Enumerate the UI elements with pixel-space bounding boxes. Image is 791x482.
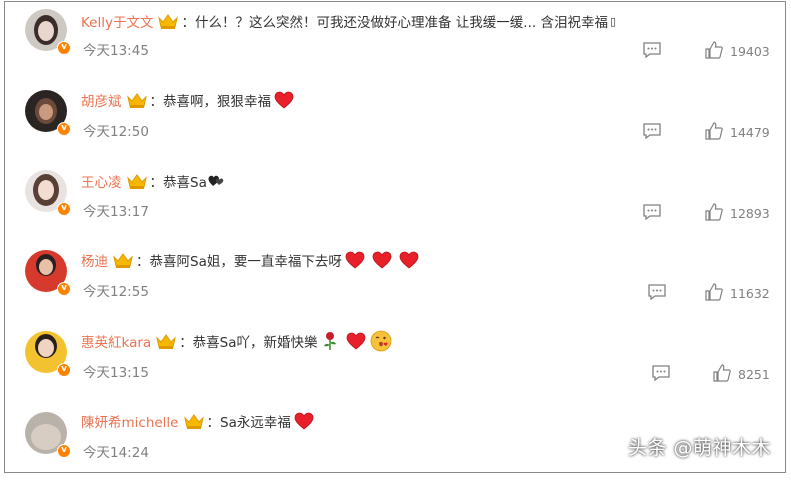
like-count: 12893 <box>730 206 770 221</box>
heart-emoji-icon <box>372 251 392 269</box>
heart-emoji-icon <box>399 251 419 269</box>
like-count: 11632 <box>730 286 770 301</box>
comment-item: v 惠英紅kara ：恭喜Sa吖，新婚快樂 今天13:15 8251 <box>5 322 785 402</box>
timestamp: 今天13:17 <box>83 204 149 220</box>
comment-item: v 王心凌 ：恭喜Sa 今天13:17 12893 <box>5 162 785 242</box>
username[interactable]: 陳妍希michelle <box>81 411 179 431</box>
verified-badge-icon: v <box>57 363 71 377</box>
timestamp: 今天13:15 <box>83 365 149 381</box>
like-thumb-icon[interactable] <box>705 283 723 301</box>
like-thumb-icon[interactable] <box>713 364 731 382</box>
reply-icon[interactable] <box>652 365 670 381</box>
username[interactable]: 杨迪 <box>81 250 108 270</box>
comment-item: v Kelly于文文 ：什么！？这么突然！可我还没做好心理准备 让我缓一缓...… <box>5 2 785 82</box>
like-thumb-icon[interactable] <box>705 122 723 140</box>
rose-emoji-icon <box>323 332 336 350</box>
comment-text: ：恭喜啊，狠狠幸福 <box>149 94 272 110</box>
like-count: 14479 <box>730 125 770 140</box>
like-count: 19403 <box>730 44 770 59</box>
text-glyph: ▯ <box>609 14 617 28</box>
reply-icon[interactable] <box>643 123 661 139</box>
username[interactable]: 王心凌 <box>81 171 122 191</box>
comment-text: ：什么！？这么突然！可我还没做好心理准备 让我缓一缓... 含泪祝幸福 <box>181 15 608 31</box>
username[interactable]: 胡彦斌 <box>81 90 122 110</box>
kiss-face-emoji-icon <box>370 330 391 352</box>
timestamp: 今天13:45 <box>83 43 149 59</box>
timestamp: 今天12:50 <box>83 124 149 140</box>
comment-text: ：恭喜Sa吖，新婚快樂 <box>179 335 318 351</box>
heart-emoji-icon <box>294 412 314 430</box>
comment-text: ：恭喜Sa <box>149 175 207 191</box>
crown-vip-icon <box>156 334 177 349</box>
watermark: 头条 @萌神木木 <box>627 437 771 459</box>
heart-emoji-icon <box>274 91 294 109</box>
comment-item: v 杨迪 ：恭喜阿Sa姐，要一直幸福下去呀 今天12:55 11632 <box>5 242 785 322</box>
verified-badge-icon: v <box>57 444 71 458</box>
comment-panel: v Kelly于文文 ：什么！？这么突然！可我还没做好心理准备 让我缓一缓...… <box>4 1 786 473</box>
verified-badge-icon: v <box>57 282 71 296</box>
comment-text: ：Sa永远幸福 <box>206 415 291 431</box>
heart-emoji-icon <box>345 251 365 269</box>
comment-item: v 胡彦斌 ：恭喜啊，狠狠幸福 今天12:50 14479 <box>5 82 785 162</box>
heart-emoji-icon <box>346 332 365 350</box>
timestamp: 今天14:24 <box>83 445 149 461</box>
like-thumb-icon[interactable] <box>705 41 723 59</box>
verified-badge-icon: v <box>57 122 71 136</box>
reply-icon[interactable] <box>643 204 661 220</box>
username[interactable]: Kelly于文文 <box>81 11 153 31</box>
crown-vip-icon <box>113 253 133 268</box>
crown-vip-icon <box>126 93 147 108</box>
verified-badge-icon: v <box>57 41 71 55</box>
timestamp: 今天12:55 <box>83 284 149 300</box>
comment-text: ：恭喜阿Sa姐，要一直幸福下去呀 <box>136 254 342 270</box>
reply-icon[interactable] <box>643 42 661 58</box>
black-heart-emoji-icon <box>208 175 224 186</box>
reply-icon[interactable] <box>648 284 666 300</box>
username[interactable]: 惠英紅kara <box>81 331 151 351</box>
crown-vip-icon <box>183 414 204 429</box>
like-count: 8251 <box>738 367 770 382</box>
crown-vip-icon <box>126 174 147 189</box>
like-thumb-icon[interactable] <box>705 203 723 221</box>
crown-vip-icon <box>158 14 179 29</box>
verified-badge-icon: v <box>57 202 71 216</box>
